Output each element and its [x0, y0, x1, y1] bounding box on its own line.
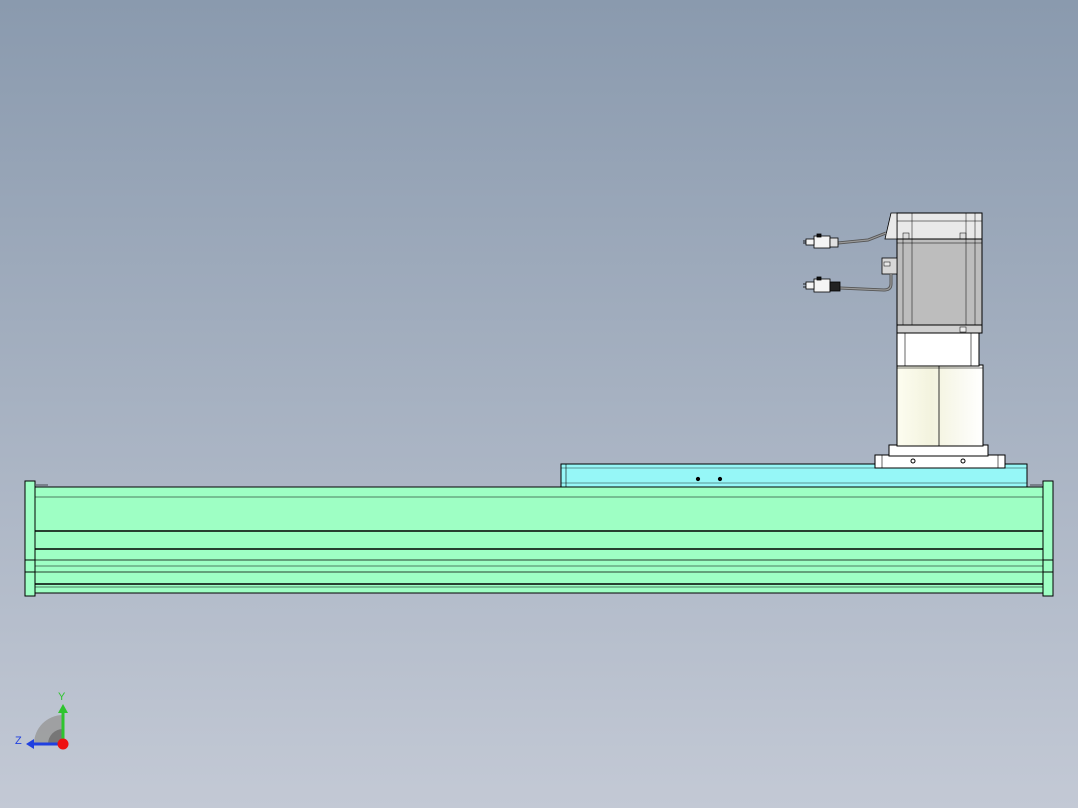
flange-bolt	[960, 458, 966, 464]
triad-z-arrow	[26, 739, 34, 749]
flange-bolt	[910, 458, 916, 464]
coupler-housing[interactable]	[896, 331, 984, 447]
cad-viewport[interactable]: Y Z	[0, 0, 1078, 808]
carriage-screw-hole	[695, 476, 701, 482]
triad-y-label: Y	[58, 691, 66, 703]
triad-y-arrow	[58, 704, 68, 713]
linear-rail[interactable]	[24, 480, 1054, 597]
triad-z-label: Z	[15, 735, 22, 747]
triad-x-origin	[57, 738, 69, 750]
power-connector[interactable]	[803, 276, 841, 293]
servo-motor[interactable]	[881, 212, 983, 334]
encoder-connector[interactable]	[803, 233, 839, 249]
rail-left-endcap	[24, 480, 36, 597]
rail-right-endcap	[1042, 480, 1054, 597]
orientation-triad[interactable]: Y Z	[15, 691, 69, 750]
rail-profile	[34, 486, 1044, 594]
carriage-screw-hole	[717, 476, 723, 482]
motor-mount-flange[interactable]	[874, 444, 1006, 469]
model-scene[interactable]: Y Z	[0, 0, 1078, 808]
